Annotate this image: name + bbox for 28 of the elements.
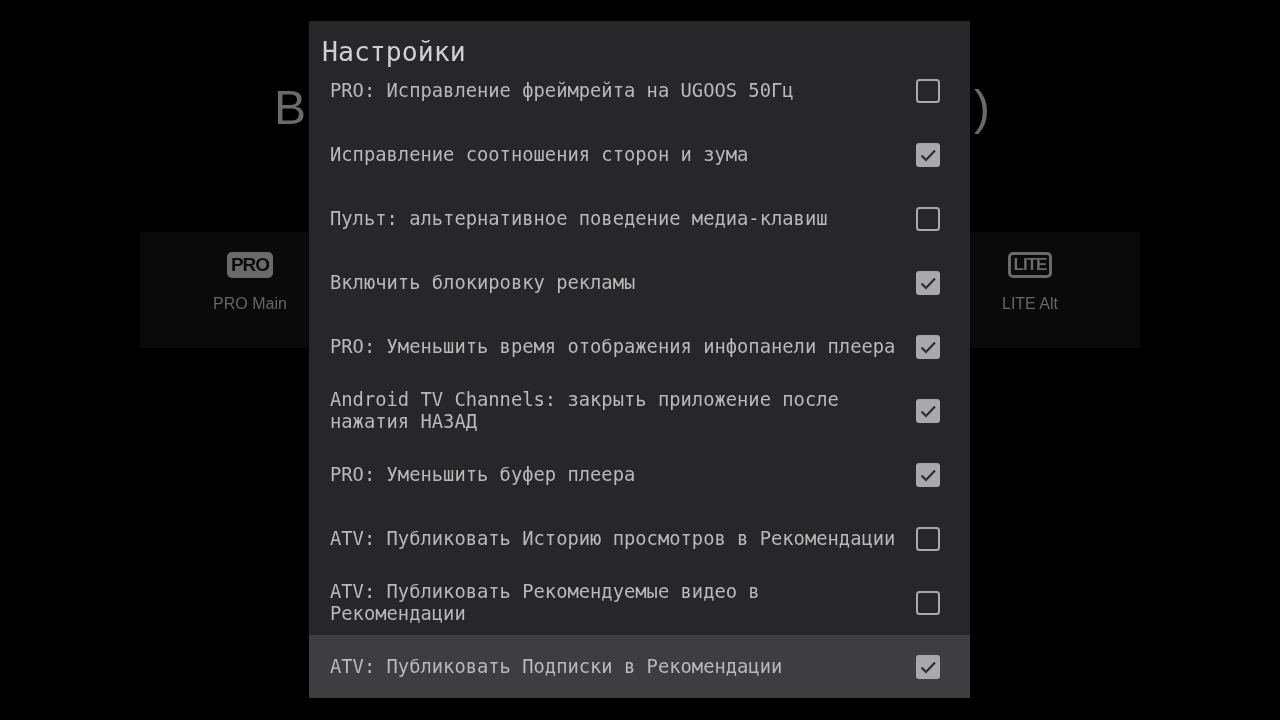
card-label: LITE Alt — [1002, 294, 1058, 314]
setting-label: ATV: Публиковать Рекомендуемые видео в Рекомендации — [330, 581, 761, 625]
setting-label: PRO: Уменьшить время отображения инфопанели плеера — [330, 336, 897, 358]
card-label: PRO Main — [213, 294, 287, 314]
checkbox[interactable] — [916, 591, 940, 615]
checkbox[interactable] — [916, 143, 940, 167]
setting-label: ATV: Публиковать Историю просмотров в Рекомендации — [330, 528, 897, 550]
checkbox[interactable] — [916, 207, 940, 231]
setting-label: Включить блокировку рекламы — [330, 272, 637, 294]
checkbox[interactable] — [916, 79, 940, 103]
checkbox[interactable] — [916, 399, 940, 423]
setting-label: Android TV Channels: закрыть приложение после нажатия НАЗАД — [330, 389, 840, 433]
badge-icon: LITE — [1007, 252, 1053, 278]
heading-text: ) — [974, 80, 990, 136]
heading-text: В — [274, 80, 306, 136]
dialog-title: Настройки — [322, 36, 466, 67]
setting-label: PRO: Исправление фреймрейта на UGOOS 50Гц — [330, 80, 795, 102]
setting-label: Исправление соотношения сторон и зума — [330, 144, 750, 166]
setting-label: Пульт: альтернативное поведение медиа-клавиш — [330, 208, 829, 230]
badge-icon: PRO — [226, 252, 274, 278]
setting-label: ATV: Публиковать Подписки в Рекомендации — [330, 656, 784, 678]
setting-label: PRO: Уменьшить буфер плеера — [330, 464, 637, 486]
checkbox[interactable] — [916, 335, 940, 359]
checkbox[interactable] — [916, 527, 940, 551]
checkbox[interactable] — [916, 271, 940, 295]
setting-row[interactable]: ATV: Публиковать Подписки в Рекомендации — [309, 635, 970, 698]
checkbox[interactable] — [916, 655, 940, 679]
checkbox[interactable] — [916, 463, 940, 487]
